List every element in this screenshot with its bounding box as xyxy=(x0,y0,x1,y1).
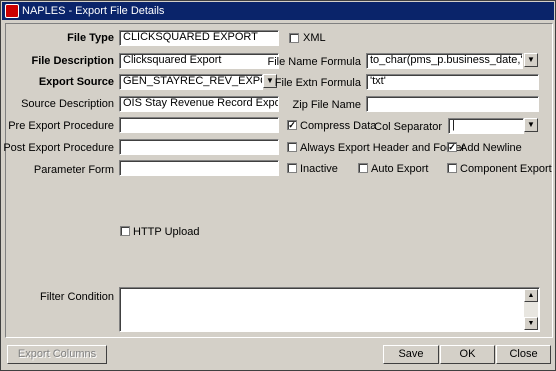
pre-export-procedure-label: Pre Export Procedure xyxy=(8,120,114,132)
http-upload-label: HTTP Upload xyxy=(133,226,200,238)
file-extn-formula-label: File Extn Formula xyxy=(274,77,361,89)
component-export-label: Component Export xyxy=(460,163,552,175)
zip-file-name-label: Zip File Name xyxy=(292,99,361,111)
compress-data-label: Compress Data xyxy=(300,120,377,132)
pre-export-procedure-field[interactable] xyxy=(119,117,279,133)
save-button[interactable]: Save xyxy=(383,345,439,364)
file-name-formula-label: File Name Formula xyxy=(267,56,361,68)
post-export-procedure-field[interactable] xyxy=(119,139,279,155)
xml-label: XML xyxy=(303,32,326,44)
export-source-label: Export Source xyxy=(38,76,114,88)
file-description-field[interactable]: Clicksquared Export xyxy=(119,53,279,69)
col-separator-select[interactable]: | xyxy=(448,118,524,134)
source-description-field[interactable]: OIS Stay Revenue Record Export. xyxy=(119,96,279,112)
file-type-label: File Type xyxy=(67,32,114,44)
zip-file-name-field[interactable] xyxy=(366,96,539,112)
col-separator-dropdown-icon[interactable]: ▼ xyxy=(524,118,538,132)
auto-export-checkbox[interactable] xyxy=(358,163,368,173)
ok-button[interactable]: OK xyxy=(440,345,495,364)
parameter-form-field[interactable] xyxy=(119,160,279,176)
add-newline-label: Add Newline xyxy=(460,142,522,154)
file-type-field[interactable]: CLICKSQUARED EXPORT xyxy=(119,30,279,46)
inactive-label: Inactive xyxy=(300,163,338,175)
post-export-procedure-label: Post Export Procedure xyxy=(3,142,114,154)
scroll-up-icon[interactable]: ▲ xyxy=(524,289,538,302)
col-separator-label: Col Separator xyxy=(374,121,442,133)
export-source-field[interactable]: GEN_STAYREC_REV_EXPORT_V xyxy=(119,74,263,90)
always-export-header-footer-label: Always Export Header and Footer xyxy=(300,142,466,154)
inactive-checkbox[interactable] xyxy=(287,163,297,173)
always-export-header-footer-checkbox[interactable] xyxy=(287,142,297,152)
parameter-form-label: Parameter Form xyxy=(33,164,114,176)
filter-condition-textarea[interactable]: ▲ ▼ xyxy=(119,287,540,332)
auto-export-label: Auto Export xyxy=(371,163,429,175)
add-newline-checkbox[interactable]: ✓ xyxy=(447,142,457,152)
export-columns-button[interactable]: Export Columns xyxy=(7,345,107,364)
check-icon: ✓ xyxy=(448,142,456,152)
check-icon: ✓ xyxy=(288,120,296,130)
file-name-formula-lov-icon[interactable]: ▼ xyxy=(524,53,538,67)
filter-condition-label: Filter Condition xyxy=(40,291,114,303)
http-upload-checkbox[interactable] xyxy=(120,226,130,236)
window-title: NAPLES - Export File Details xyxy=(22,5,165,17)
xml-checkbox[interactable] xyxy=(289,33,299,43)
source-description-label: Source Description xyxy=(21,98,114,110)
app-icon xyxy=(5,4,19,18)
filter-condition-scrollbar[interactable]: ▲ ▼ xyxy=(524,289,538,330)
compress-data-checkbox[interactable]: ✓ xyxy=(287,120,297,130)
file-extn-formula-field[interactable]: 'txt' xyxy=(366,74,539,90)
close-button[interactable]: Close xyxy=(496,345,551,364)
file-description-label: File Description xyxy=(31,55,114,67)
scroll-down-icon[interactable]: ▼ xyxy=(524,317,538,330)
component-export-checkbox[interactable] xyxy=(447,163,457,173)
export-file-details-window: NAPLES - Export File Details File Type C… xyxy=(0,0,556,371)
title-bar: NAPLES - Export File Details xyxy=(2,2,554,20)
file-name-formula-field[interactable]: to_char(pms_p.business_date,'YYYY xyxy=(366,53,523,69)
